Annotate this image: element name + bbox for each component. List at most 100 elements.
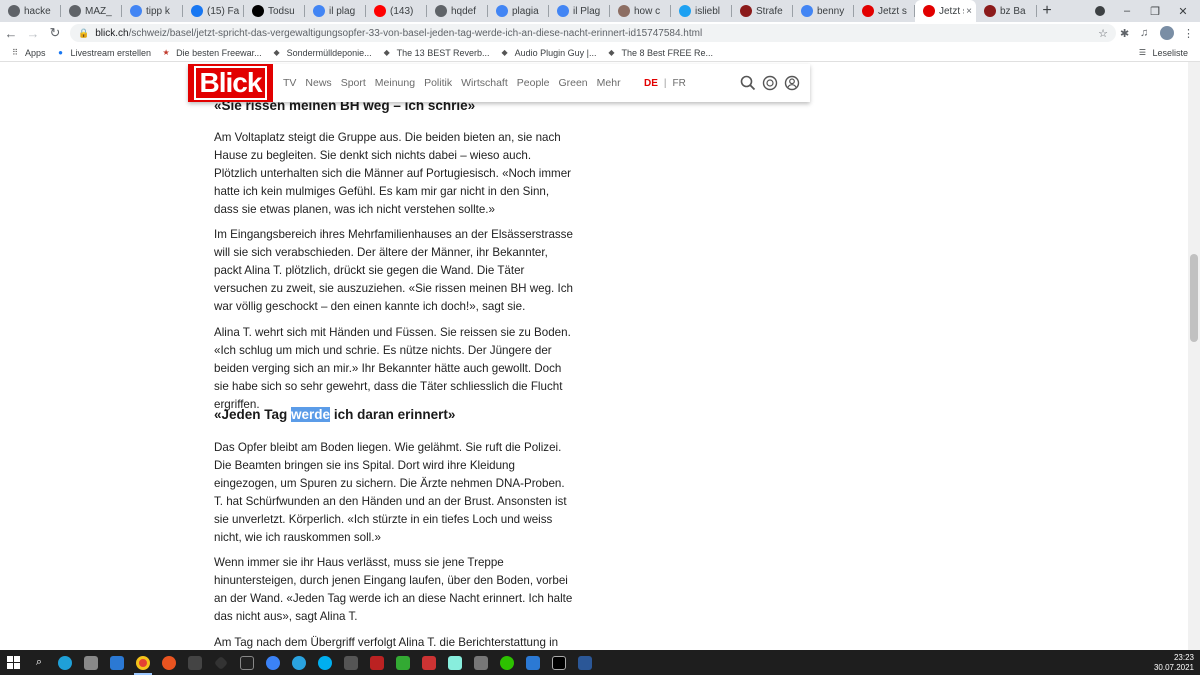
tool-app-icon[interactable] <box>390 650 416 675</box>
messenger-icon[interactable] <box>260 650 286 675</box>
window-app-icon[interactable] <box>520 650 546 675</box>
bookmark-star-icon[interactable]: ☆ <box>1098 27 1108 40</box>
telegram-icon[interactable] <box>286 650 312 675</box>
maximize-button[interactable]: ❐ <box>1140 0 1170 22</box>
nav-link-tv[interactable]: TV <box>283 77 296 89</box>
search-icon[interactable]: ⌕ <box>26 650 52 675</box>
lang-fr-link[interactable]: FR <box>673 78 686 89</box>
browser-tab[interactable]: hacke <box>0 0 61 22</box>
tab-title: bz Ba <box>1000 5 1026 17</box>
reading-list-label: Leseliste <box>1152 47 1188 58</box>
browser-tab[interactable]: MAZ_ <box>61 0 122 22</box>
archive-app-icon[interactable] <box>468 650 494 675</box>
system-clock[interactable]: 23:23 30.07.2021 <box>1154 650 1194 675</box>
lang-de-link[interactable]: DE <box>644 78 658 89</box>
page-scrollbar[interactable] <box>1188 62 1200 650</box>
word-icon[interactable] <box>572 650 598 675</box>
article-paragraph: Am Tag nach dem Übergriff verfolgt Alina… <box>214 636 559 649</box>
skype-icon[interactable] <box>312 650 338 675</box>
chrome-icon[interactable] <box>130 650 156 675</box>
tab-title: Jetzt s <box>878 5 907 17</box>
inkscape-icon[interactable] <box>208 650 234 675</box>
nav-link-people[interactable]: People <box>517 77 550 89</box>
browser-tab[interactable]: how c <box>610 0 671 22</box>
live-app-icon[interactable] <box>234 650 260 675</box>
tab-title: Strafe <box>756 5 783 17</box>
profile-avatar[interactable] <box>1160 26 1174 40</box>
mail-icon[interactable] <box>104 650 130 675</box>
scrollbar-thumb[interactable] <box>1190 254 1198 342</box>
bookmark-item[interactable]: ★ Die besten Freewar... <box>161 48 261 58</box>
bookmark-item[interactable]: ● Livestream erstellen <box>56 47 152 58</box>
browser-tab[interactable]: Todsu <box>244 0 305 22</box>
tab-title: plagia <box>512 5 539 17</box>
browser-tab[interactable]: il Plag <box>549 0 610 22</box>
extensions-icon[interactable]: ✱ <box>1120 27 1129 40</box>
google-icon <box>496 5 508 17</box>
user-account-icon[interactable] <box>784 75 800 91</box>
page-icon: ◆ <box>383 48 390 57</box>
bookmark-item[interactable]: ◆ The 13 BEST Reverb... <box>382 48 490 58</box>
browser-tab[interactable]: tipp k <box>122 0 183 22</box>
bookmark-item[interactable]: ◆ Sondermülldeponie... <box>272 48 372 58</box>
url-omnibox[interactable]: 🔒 blick.ch/schweiz/basel/jetzt-spricht-d… <box>70 24 1116 42</box>
page-icon: ◆ <box>273 48 280 57</box>
terminal-icon[interactable] <box>546 650 572 675</box>
keyboard-app-icon[interactable] <box>338 650 364 675</box>
new-tab-button[interactable]: + <box>1037 0 1057 22</box>
ubuntu-icon[interactable] <box>156 650 182 675</box>
bookmark-item[interactable]: ⠿ Apps <box>10 47 46 58</box>
browser-tab[interactable]: Jetzt s <box>854 0 915 22</box>
browser-tab[interactable]: bz Ba <box>976 0 1037 22</box>
blick-icon <box>862 5 874 17</box>
bookmark-label: Livestream erstellen <box>70 47 152 58</box>
apps-grid-icon: ⠿ <box>12 48 18 57</box>
red-app-icon[interactable] <box>364 650 390 675</box>
browser-tab[interactable]: (143) <box>366 0 427 22</box>
edge-icon[interactable] <box>52 650 78 675</box>
close-window-button[interactable]: ✕ <box>1168 0 1198 22</box>
minimize-button[interactable]: – <box>1112 0 1142 22</box>
forward-button[interactable]: → <box>22 26 44 41</box>
nav-link-politik[interactable]: Politik <box>424 77 452 89</box>
youtube-icon <box>374 5 386 17</box>
bookmark-item[interactable]: ◆ Audio Plugin Guy |... <box>500 48 596 58</box>
windows-start-icon[interactable] <box>0 650 26 675</box>
nav-link-meinung[interactable]: Meinung <box>375 77 415 89</box>
browser-tab[interactable]: (15) Fa <box>183 0 244 22</box>
browser-menu-icon[interactable]: ⋮ <box>1183 27 1194 40</box>
browser-tab[interactable]: hqdef <box>427 0 488 22</box>
chat-app-icon[interactable] <box>442 650 468 675</box>
browser-tab[interactable]: isliebl <box>671 0 732 22</box>
plus-membership-icon[interactable] <box>762 75 778 91</box>
browser-tab[interactable]: Strafe <box>732 0 793 22</box>
nav-link-news[interactable]: News <box>305 77 331 89</box>
bookmark-label: Apps <box>25 47 46 58</box>
browser-tab[interactable]: Jetzt s× <box>915 0 976 22</box>
audio-app-icon[interactable] <box>182 650 208 675</box>
media-control-icon[interactable]: ♫ <box>1140 27 1148 39</box>
windows-taskbar: ⌕ 23:23 30.07.2021 <box>0 650 1200 675</box>
bookmark-label: Sondermülldeponie... <box>286 47 372 58</box>
store-icon[interactable] <box>78 650 104 675</box>
back-button[interactable]: ← <box>0 26 22 41</box>
browser-tab[interactable]: il plag <box>305 0 366 22</box>
search-icon[interactable] <box>740 75 756 91</box>
reload-button[interactable]: ↻ <box>44 25 66 41</box>
wechat-icon[interactable] <box>494 650 520 675</box>
nav-link-sport[interactable]: Sport <box>341 77 366 89</box>
nav-link-wirtschaft[interactable]: Wirtschaft <box>461 77 508 89</box>
close-tab-icon[interactable]: × <box>966 6 972 17</box>
twitter-icon <box>679 5 691 17</box>
reading-list-button[interactable]: ☰ Leseliste <box>1137 48 1188 58</box>
browser-tab[interactable]: benny <box>793 0 854 22</box>
blick-logo[interactable]: Blick <box>188 64 273 102</box>
nav-link-green[interactable]: Green <box>558 77 587 89</box>
lock-icon: 🔒 <box>78 27 90 38</box>
news-app-icon[interactable] <box>416 650 442 675</box>
facebook-icon: ● <box>58 48 63 57</box>
tab-search-icon[interactable] <box>1085 0 1115 22</box>
browser-tab[interactable]: plagia <box>488 0 549 22</box>
bookmark-item[interactable]: ◆ The 8 Best FREE Re... <box>606 48 713 58</box>
nav-link-mehr[interactable]: Mehr <box>597 77 621 89</box>
